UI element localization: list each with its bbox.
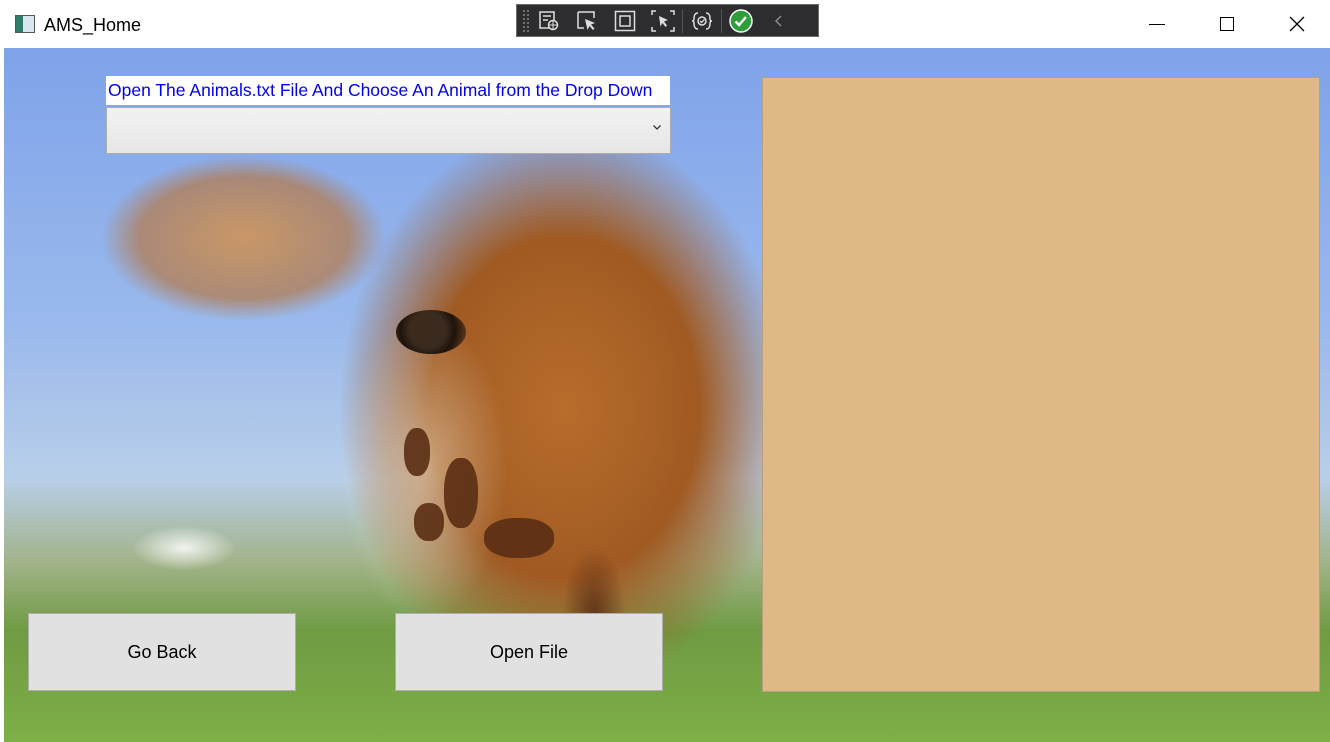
app-window: AMS_Home Open The Animals.txt File And C… xyxy=(0,0,1330,742)
display-layout-adorners-icon xyxy=(614,10,636,31)
maximize-icon xyxy=(1220,17,1234,31)
animal-dropdown[interactable] xyxy=(106,107,671,154)
giraffe-spot xyxy=(404,428,430,476)
display-adorners-button[interactable] xyxy=(606,5,644,36)
animal-display-panel xyxy=(762,77,1320,692)
open-file-button[interactable]: Open File xyxy=(395,613,663,691)
select-element-icon xyxy=(577,10,595,30)
minimize-icon xyxy=(1149,23,1165,25)
live-visual-tree-icon xyxy=(539,10,559,30)
live-visual-tree-button[interactable] xyxy=(530,5,568,36)
collapse-toolbar-button[interactable] xyxy=(760,5,798,36)
app-window-icon xyxy=(15,15,35,33)
giraffe-spot xyxy=(444,458,478,528)
close-button[interactable] xyxy=(1262,0,1330,48)
hot-reload-button[interactable] xyxy=(683,5,721,36)
binding-check-button[interactable] xyxy=(722,5,760,36)
track-focus-button[interactable] xyxy=(644,5,682,36)
toolbar-grip-handle[interactable] xyxy=(522,8,530,33)
select-element-button[interactable] xyxy=(568,5,606,36)
binding-check-icon xyxy=(729,8,753,33)
maximize-button[interactable] xyxy=(1192,0,1262,48)
giraffe-spot xyxy=(414,503,444,541)
chevron-down-icon xyxy=(653,125,661,130)
window-title: AMS_Home xyxy=(44,15,142,35)
instruction-label: Open The Animals.txt File And Choose An … xyxy=(106,76,670,105)
giraffe-background: Open The Animals.txt File And Choose An … xyxy=(4,48,1330,742)
giraffe-spot xyxy=(484,518,554,558)
hot-reload-icon xyxy=(691,11,713,30)
collapse-chevron-icon xyxy=(774,14,782,27)
minimize-button[interactable] xyxy=(1122,0,1192,48)
close-icon xyxy=(1289,16,1305,32)
go-back-button[interactable]: Go Back xyxy=(28,613,296,691)
xaml-debug-toolbar xyxy=(516,4,819,37)
giraffe-eye xyxy=(396,310,466,354)
track-focus-icon xyxy=(651,9,675,32)
